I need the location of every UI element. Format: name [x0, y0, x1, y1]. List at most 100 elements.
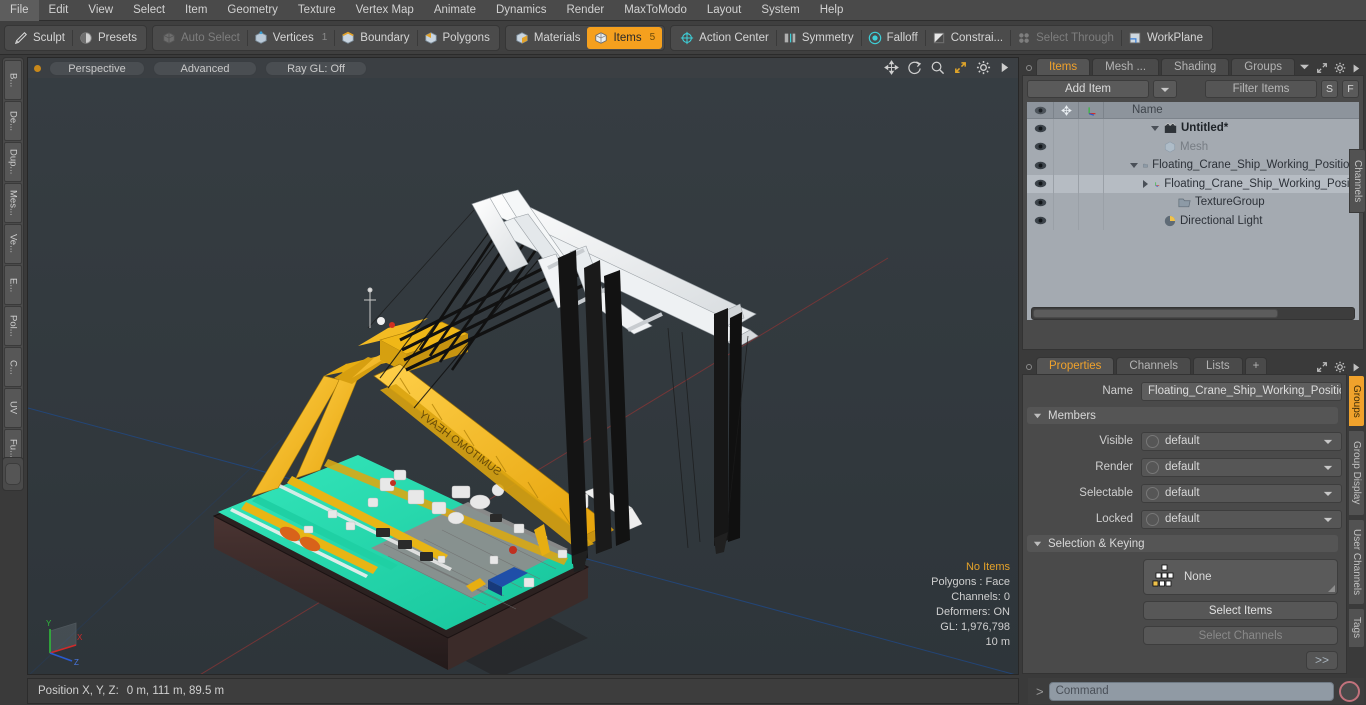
- table-row[interactable]: Floating_Crane_Ship_Working_Positio...: [1027, 156, 1359, 175]
- symmetry-button[interactable]: Symmetry: [775, 27, 861, 49]
- twisty-down-icon[interactable]: [1150, 123, 1160, 133]
- viewport-projection-selector[interactable]: Perspective: [49, 60, 145, 76]
- menu-item-render[interactable]: Render: [556, 0, 614, 21]
- row-visibility-toggle[interactable]: [1027, 211, 1054, 230]
- left-tab-deform[interactable]: De...: [4, 101, 22, 141]
- action-center-button[interactable]: Action Center: [673, 27, 776, 49]
- menu-item-help[interactable]: Help: [810, 0, 854, 21]
- visible-dropdown[interactable]: default: [1141, 431, 1342, 451]
- viewport-raygl-toggle[interactable]: Ray GL: Off: [265, 60, 367, 76]
- render-dropdown[interactable]: default: [1141, 457, 1342, 477]
- menu-item-layout[interactable]: Layout: [697, 0, 752, 21]
- left-tool-properties-box[interactable]: [2, 457, 24, 491]
- move-icon[interactable]: [884, 60, 899, 75]
- gear-icon[interactable]: [976, 60, 991, 75]
- row-lock-cell[interactable]: [1054, 174, 1079, 193]
- chevron-down-icon[interactable]: [1299, 62, 1310, 71]
- menu-item-system[interactable]: System: [751, 0, 809, 21]
- row-name-cell[interactable]: TextureGroup: [1104, 196, 1359, 208]
- tab-shading[interactable]: Shading: [1161, 58, 1230, 75]
- gear-icon[interactable]: [1334, 361, 1346, 373]
- viewport-shading-selector[interactable]: Advanced: [153, 60, 257, 76]
- members-section-header[interactable]: Members: [1027, 407, 1338, 424]
- row-axis-cell[interactable]: [1079, 119, 1104, 138]
- tab-properties[interactable]: Properties: [1036, 357, 1115, 374]
- play-icon[interactable]: [999, 61, 1010, 74]
- tab-channels[interactable]: Channels: [1116, 357, 1192, 374]
- filter-s-button[interactable]: S: [1321, 80, 1338, 98]
- tab-mesh[interactable]: Mesh ...: [1092, 58, 1160, 75]
- row-axis-cell[interactable]: [1079, 211, 1104, 230]
- left-tab-mesh-edit[interactable]: Mes...: [4, 183, 22, 223]
- items-side-tab-channels[interactable]: Channels: [1349, 149, 1366, 213]
- filter-f-button[interactable]: F: [1342, 80, 1359, 98]
- row-visibility-toggle[interactable]: [1027, 137, 1054, 156]
- row-visibility-toggle[interactable]: [1027, 193, 1054, 212]
- twisty-right-icon[interactable]: [1140, 179, 1150, 189]
- expand-icon[interactable]: [1316, 361, 1328, 373]
- side-tab-user-channels[interactable]: User Channels: [1348, 519, 1365, 605]
- row-visibility-toggle[interactable]: [1027, 156, 1054, 175]
- sculpt-button[interactable]: Sculpt: [7, 27, 72, 49]
- play-icon[interactable]: [1352, 63, 1360, 74]
- left-tab-edge[interactable]: E...: [4, 265, 22, 305]
- viewport-3d[interactable]: Perspective Advanced Ray GL: Off SUMITOM…: [27, 57, 1019, 675]
- polygons-button[interactable]: Polygons: [416, 27, 497, 49]
- left-tab-basic[interactable]: B...: [4, 60, 22, 100]
- name-input[interactable]: Floating_Crane_Ship_Working_Positio: [1141, 381, 1342, 401]
- tab-lists[interactable]: Lists: [1193, 357, 1243, 374]
- row-visibility-toggle[interactable]: [1027, 119, 1054, 138]
- vertices-button[interactable]: Vertices 1: [246, 27, 334, 49]
- table-row[interactable]: Mesh: [1027, 137, 1359, 156]
- locked-dropdown[interactable]: default: [1141, 509, 1342, 529]
- selectable-dropdown[interactable]: default: [1141, 483, 1342, 503]
- row-lock-cell[interactable]: [1054, 137, 1079, 156]
- gear-icon[interactable]: [1334, 62, 1346, 74]
- command-input[interactable]: Command: [1048, 681, 1334, 701]
- row-name-cell[interactable]: Untitled*: [1104, 122, 1359, 134]
- materials-button[interactable]: Materials: [508, 27, 588, 49]
- selection-set-picker[interactable]: None: [1143, 559, 1338, 595]
- filter-items-input[interactable]: Filter Items: [1205, 80, 1317, 98]
- item-tree-hscrollbar[interactable]: [1031, 307, 1355, 320]
- row-axis-cell[interactable]: [1079, 137, 1104, 156]
- auto-select-button[interactable]: Auto Select: [155, 27, 247, 49]
- items-button[interactable]: Items 5: [587, 26, 663, 49]
- row-name-cell[interactable]: Directional Light: [1104, 215, 1359, 227]
- row-axis-cell[interactable]: [1079, 193, 1104, 212]
- side-tab-group-display[interactable]: Group Display: [1348, 430, 1365, 516]
- rotate-icon[interactable]: [907, 60, 922, 75]
- left-tab-vertex[interactable]: Ve...: [4, 224, 22, 264]
- item-tree[interactable]: Name Untitled* Mesh Floating_Crane_Ship_…: [1027, 102, 1359, 320]
- expand-more-button[interactable]: >>: [1306, 651, 1338, 670]
- select-through-button[interactable]: Select Through: [1010, 27, 1121, 49]
- expand-icon[interactable]: [1316, 62, 1328, 74]
- row-axis-cell[interactable]: [1079, 156, 1104, 175]
- boundary-button[interactable]: Boundary: [334, 27, 416, 49]
- select-items-button[interactable]: Select Items: [1143, 601, 1338, 620]
- row-lock-cell[interactable]: [1054, 156, 1079, 175]
- row-visibility-toggle[interactable]: [1027, 174, 1054, 193]
- table-row[interactable]: Directional Light: [1027, 211, 1359, 230]
- left-tab-uv[interactable]: UV: [4, 388, 22, 428]
- add-item-dropdown[interactable]: [1153, 80, 1177, 98]
- menu-item-view[interactable]: View: [78, 0, 123, 21]
- select-channels-button[interactable]: Select Channels: [1143, 626, 1338, 645]
- workplane-button[interactable]: WorkPlane: [1120, 27, 1210, 49]
- add-item-button[interactable]: Add Item: [1027, 80, 1149, 98]
- row-axis-cell[interactable]: [1079, 174, 1104, 193]
- menu-item-animate[interactable]: Animate: [424, 0, 486, 21]
- presets-button[interactable]: Presets: [71, 27, 144, 49]
- menu-item-geometry[interactable]: Geometry: [217, 0, 288, 21]
- falloff-button[interactable]: Falloff: [860, 27, 925, 49]
- menu-item-select[interactable]: Select: [123, 0, 175, 21]
- row-name-cell[interactable]: Floating_Crane_Ship_Working_Positio...: [1104, 159, 1359, 171]
- side-tab-groups[interactable]: Groups: [1348, 375, 1365, 427]
- menu-item-vertex-map[interactable]: Vertex Map: [346, 0, 424, 21]
- left-tab-polygon[interactable]: Pol...: [4, 306, 22, 346]
- menu-item-texture[interactable]: Texture: [288, 0, 346, 21]
- items-panel-handle[interactable]: [1026, 65, 1032, 71]
- row-name-cell[interactable]: Floating_Crane_Ship_Working_Posi...: [1104, 178, 1359, 190]
- row-lock-cell[interactable]: [1054, 119, 1079, 138]
- menu-item-edit[interactable]: Edit: [39, 0, 79, 21]
